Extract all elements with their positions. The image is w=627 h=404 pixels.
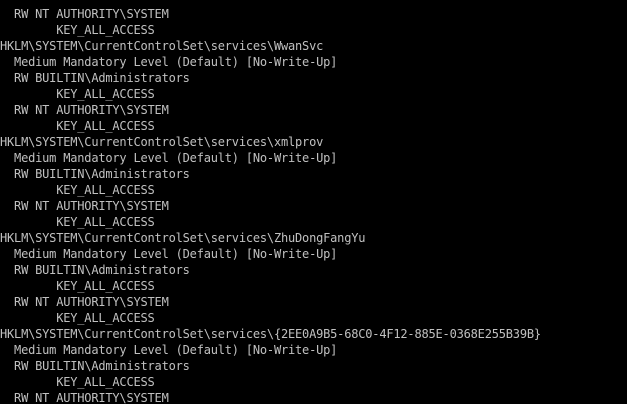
console-line: RW NT AUTHORITY\SYSTEM [0,103,169,117]
console-line: KEY_ALL_ACCESS [0,279,155,293]
console-line: RW NT AUTHORITY\SYSTEM [0,7,169,21]
console-line: RW BUILTIN\Administrators [0,359,190,373]
console-line: Medium Mandatory Level (Default) [No-Wri… [0,247,338,261]
console-line: KEY_ALL_ACCESS [0,119,155,133]
console-line: RW NT AUTHORITY\SYSTEM [0,295,169,309]
console-line: Medium Mandatory Level (Default) [No-Wri… [0,55,338,69]
console-line: RW BUILTIN\Administrators [0,167,190,181]
console-window: RW NT AUTHORITY\SYSTEM KEY_ALL_ACCESS HK… [0,0,627,404]
console-line: KEY_ALL_ACCESS [0,183,155,197]
console-line: KEY_ALL_ACCESS [0,215,155,229]
console-line: RW NT AUTHORITY\SYSTEM [0,199,169,213]
console-line: HKLM\SYSTEM\CurrentControlSet\services\Z… [0,231,366,245]
console-line: RW NT AUTHORITY\SYSTEM [0,391,169,404]
console-line: HKLM\SYSTEM\CurrentControlSet\services\x… [0,135,324,149]
console-line: HKLM\SYSTEM\CurrentControlSet\services\{… [0,327,541,341]
console-line: KEY_ALL_ACCESS [0,23,155,37]
console-line: KEY_ALL_ACCESS [0,87,155,101]
console-line: RW BUILTIN\Administrators [0,263,190,277]
console-line: RW BUILTIN\Administrators [0,71,190,85]
console-line: KEY_ALL_ACCESS [0,375,155,389]
console-line: KEY_ALL_ACCESS [0,311,155,325]
console-line: Medium Mandatory Level (Default) [No-Wri… [0,343,338,357]
console-line: Medium Mandatory Level (Default) [No-Wri… [0,151,338,165]
console-line: HKLM\SYSTEM\CurrentControlSet\services\W… [0,39,324,53]
